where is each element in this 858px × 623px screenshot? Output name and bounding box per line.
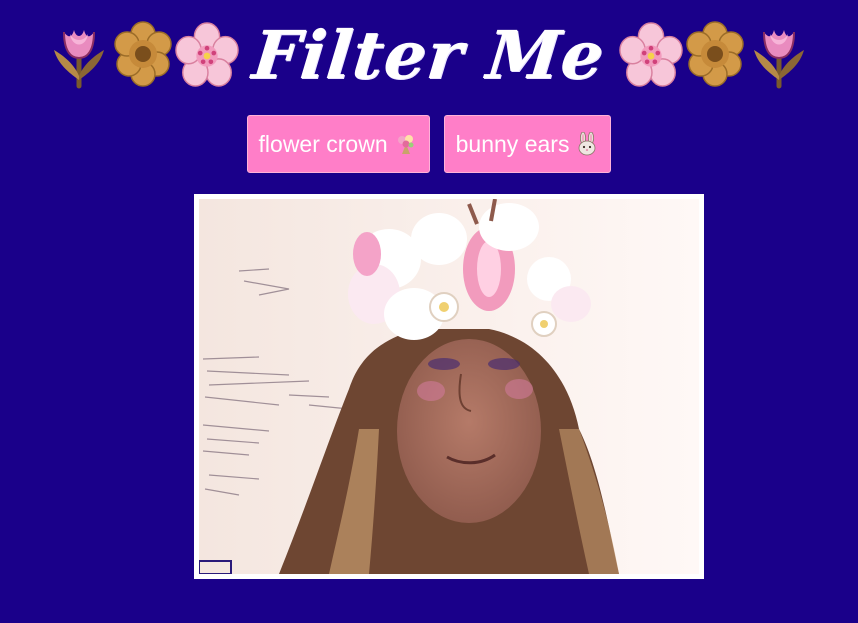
header: Filter Me <box>0 10 858 100</box>
flower-crown-label: flower crown <box>258 130 388 157</box>
cherry-blossom-icon <box>175 20 240 90</box>
blossom-icon <box>111 20 175 90</box>
rabbit-face-icon <box>575 132 599 156</box>
tulip-icon <box>747 20 811 90</box>
bunny-ears-button[interactable]: bunny ears <box>443 115 612 173</box>
cherry-blossom-icon <box>618 20 683 90</box>
bouquet-icon <box>394 132 418 156</box>
tulip-icon <box>47 20 111 90</box>
bunny-ears-label: bunny ears <box>455 130 570 157</box>
blossom-icon <box>683 20 747 90</box>
filter-controls: flower crown bunny ears <box>0 115 858 175</box>
app-title: Filter Me <box>249 16 609 94</box>
webcam-video <box>199 199 699 574</box>
flower-crown-button[interactable]: flower crown <box>246 115 430 173</box>
video-frame <box>194 194 704 579</box>
page: Filter Me flower crown bunny ears <box>0 0 858 623</box>
